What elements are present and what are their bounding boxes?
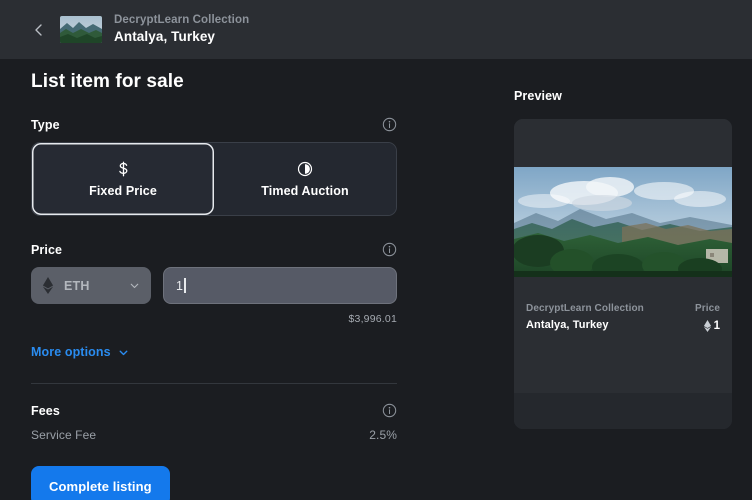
- chevron-left-icon: [35, 23, 42, 36]
- info-icon-glyph: [382, 403, 397, 418]
- type-option-fixed-price-label: Fixed Price: [89, 183, 157, 198]
- type-label-row: Type: [31, 117, 397, 132]
- topbar-item-info: DecryptLearn Collection Antalya, Turkey: [114, 14, 249, 45]
- price-label: Price: [31, 242, 63, 257]
- ethereum-icon-glyph: [703, 319, 711, 332]
- info-icon-glyph: [382, 117, 397, 132]
- price-amount-value: 1: [176, 278, 184, 293]
- list-item-for-sale-page: DecryptLearn Collection Antalya, Turkey …: [0, 0, 752, 500]
- chevron-down-icon-glyph: [130, 283, 139, 289]
- fees-label: Fees: [31, 403, 60, 418]
- price-section: Price ETH 1 $3,996.01: [31, 242, 397, 325]
- mountain-landscape-preview-image: [514, 167, 732, 277]
- text-caret: [184, 278, 186, 293]
- type-option-timed-auction[interactable]: Timed Auction: [214, 143, 396, 215]
- clock-icon: [297, 161, 313, 177]
- listing-form: List item for sale Type Fixed Price Time…: [31, 59, 397, 500]
- fees-section: Fees Service Fee 2.5%: [31, 403, 397, 443]
- fee-name: Service Fee: [31, 428, 97, 442]
- fee-value: 2.5%: [369, 428, 397, 442]
- listing-type-group: Fixed Price Timed Auction: [31, 142, 397, 216]
- type-label: Type: [31, 117, 60, 132]
- complete-listing-button[interactable]: Complete listing: [31, 466, 170, 500]
- preview-panel: Preview DecryptLearn Collection Antalya,…: [514, 59, 732, 429]
- fee-row: Service Fee 2.5%: [31, 428, 397, 442]
- more-options-label: More options: [31, 345, 111, 359]
- ethereum-icon-glyph: [42, 277, 54, 294]
- item-thumbnail: [60, 16, 102, 43]
- dollar-icon: [117, 161, 130, 177]
- preview-card-price-label: Price: [695, 303, 720, 314]
- preview-card-top-spacer: [514, 119, 732, 167]
- clock-icon-glyph: [297, 161, 313, 176]
- type-option-fixed-price[interactable]: Fixed Price: [32, 143, 214, 215]
- price-fiat-equivalent: $3,996.01: [348, 313, 397, 325]
- preview-card-collection: DecryptLearn Collection: [526, 303, 644, 314]
- price-input-row: ETH 1: [31, 267, 397, 304]
- topbar-item-name: Antalya, Turkey: [114, 29, 216, 45]
- preview-card-price: Price 1: [695, 303, 720, 333]
- currency-select[interactable]: ETH: [31, 267, 151, 304]
- type-info-icon[interactable]: [382, 117, 397, 132]
- fees-label-row: Fees: [31, 403, 397, 418]
- price-label-row: Price: [31, 242, 397, 257]
- section-divider: [31, 383, 397, 384]
- fees-info-icon[interactable]: [382, 403, 397, 418]
- preview-card-image: [514, 167, 732, 277]
- more-options-toggle[interactable]: More options: [31, 345, 130, 359]
- price-info-icon[interactable]: [382, 242, 397, 257]
- preview-card[interactable]: DecryptLearn Collection Antalya, Turkey …: [514, 119, 732, 429]
- chevron-down-icon: [117, 346, 130, 359]
- currency-select-value: ETH: [64, 278, 90, 293]
- preview-card-price-value: 1: [703, 319, 720, 333]
- price-amount-input[interactable]: 1: [163, 267, 397, 304]
- ethereum-icon: [41, 277, 55, 294]
- info-icon-glyph: [382, 242, 397, 257]
- preview-card-meta: DecryptLearn Collection Antalya, Turkey: [526, 303, 644, 332]
- chevron-down-icon: [128, 279, 141, 292]
- preview-card-footer: [514, 393, 732, 429]
- page-title: List item for sale: [31, 71, 184, 92]
- mountain-landscape-thumbnail-image: [60, 16, 102, 43]
- page-content: List item for sale Type Fixed Price Time…: [0, 59, 752, 500]
- type-option-timed-auction-label: Timed Auction: [261, 183, 349, 198]
- ethereum-icon: [703, 319, 712, 332]
- chevron-down-icon-glyph: [119, 350, 128, 355]
- topbar-collection-name: DecryptLearn Collection: [114, 14, 250, 27]
- back-button[interactable]: [30, 21, 48, 39]
- preview-card-price-amount: 1: [713, 319, 720, 332]
- preview-card-item-name: Antalya, Turkey: [526, 318, 609, 331]
- preview-card-body: DecryptLearn Collection Antalya, Turkey …: [514, 277, 732, 393]
- dollar-icon-glyph: [118, 161, 127, 176]
- preview-heading: Preview: [514, 89, 562, 103]
- top-bar: DecryptLearn Collection Antalya, Turkey: [0, 0, 752, 59]
